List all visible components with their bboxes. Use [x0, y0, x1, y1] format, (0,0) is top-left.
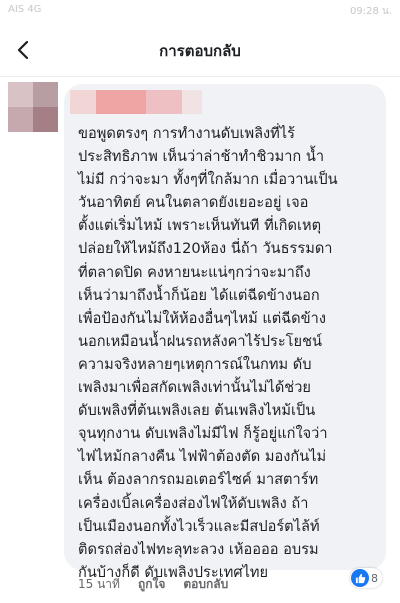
comment-line: ประสิทธิภาพ เห็นว่าล่าช้าทำชิวมาก น้ำ	[78, 148, 325, 166]
comment-line: ขอพูดตรงๆ การทำงานดับเพลิงที่ไร้	[78, 125, 295, 142]
avatar-pixel	[33, 82, 58, 107]
name-blur-block	[70, 90, 96, 114]
comment-line: จุนทุกงาน ดับเพลิงไม่มีไฟ ก็รู้อยู่แก่ใจ…	[78, 425, 328, 443]
comment-line: เป็นเมืองนอกทั้งไวเร็วและมีสปอร์ตไล้ท์	[78, 517, 320, 535]
comment-body: ขอพูดตรงๆ การทำงานดับเพลิงที่ไร้ประสิทธิ…	[78, 122, 376, 584]
name-blur-block	[96, 90, 146, 114]
comment-line: นอกเหมือนน้ำฝนรถหลังคาไร้ประโยชน์	[78, 332, 322, 350]
comment-line: เครื่องเบิ้ลเครื่องส่องไฟให้ดับเพลิง ถ้า	[78, 494, 309, 512]
carrier-label: AIS 4G	[8, 4, 42, 15]
reaction-count: 8	[371, 571, 378, 585]
status-bar: AIS 4G 09:28 น.	[0, 0, 400, 24]
avatar-pixel	[8, 107, 33, 132]
comment-line: ดับเพลิงที่ต้นเพลิงเลย ต้นเพลิงไหม้เป็น	[78, 402, 316, 420]
name-blur-block	[182, 90, 202, 114]
comment-line: เพื่อป้องกันไม่ให้ห้องอื่นๆไหม้ แต่ฉีดข้…	[78, 309, 326, 327]
avatar-pixel	[33, 107, 58, 132]
like-button[interactable]: ถูกใจ	[138, 575, 165, 594]
timestamp: 15 นาที	[78, 577, 120, 591]
comment-line: ที่ตลาดปิด คงหายนะแน่ๆกว่าจะมาถึง	[78, 263, 311, 281]
page-title: การตอบกลับ	[159, 42, 241, 60]
comment-line: ปล่อยให้ไหม้ถึง120ห้อง นี่ถ้า วันธรรมดา	[78, 240, 333, 258]
comment-line: วันอาทิตย์ คนในตลาดยังเยอะอยู่ เจอ	[78, 194, 309, 212]
comment-line: ไม่มี กว่าจะมา ทั้งๆที่ใกล้มาก เมื่อวานเ…	[78, 171, 338, 189]
comment-line: ติดรถส่องไฟทะลุทะลวง เห้ออออ อบรม	[78, 540, 319, 558]
avatar[interactable]	[8, 82, 58, 132]
name-blur-block	[146, 90, 182, 114]
comment-line: ตั้งแต่เริ่มไหม้ เพราะเห็นทันที ที่เกิดเ…	[78, 217, 322, 235]
comment-line: เห็นว่ามาถึงน้ำก็น้อย ได้แต่ฉีดข้างนอก	[78, 286, 320, 304]
comment-line: เห็น ต้องลากรถมอเตอร์ไซค์ มาสตาร์ท	[78, 471, 319, 489]
clock-label: 09:28 น.	[349, 6, 392, 17]
app-header: การตอบกลับ	[0, 24, 400, 77]
commenter-name[interactable]	[70, 90, 202, 114]
comment-line: ความจริงหลายๆเหตุการณ์ในกทม ดับ	[78, 355, 312, 373]
reply-button[interactable]: ตอบกลับ	[183, 575, 228, 594]
avatar-pixel	[8, 82, 33, 107]
reaction-summary[interactable]: 8	[350, 568, 382, 588]
thumbs-up-icon	[351, 569, 369, 587]
comment-line: ไฟไหม้กลางคืน ไฟฟ้าต้องตัด มองกันไม่	[78, 448, 327, 466]
comment-actions: 15 นาที ถูกใจ ตอบกลับ	[78, 575, 246, 594]
comment-line: เพลิงมาเพื่อสกัดเพลิงเท่านั้นไม่ได้ช่วย	[78, 379, 311, 397]
